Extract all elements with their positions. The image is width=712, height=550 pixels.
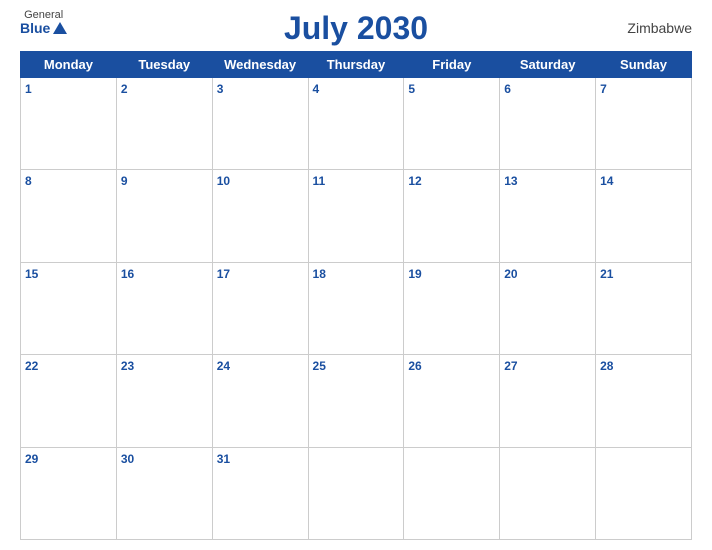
calendar-cell: 10: [212, 170, 308, 262]
day-number: 19: [408, 267, 421, 281]
day-number: 6: [504, 82, 511, 96]
weekday-monday: Monday: [21, 52, 117, 78]
day-number: 18: [313, 267, 326, 281]
day-number: 22: [25, 359, 38, 373]
logo-triangle-icon: [53, 22, 67, 34]
day-number: 9: [121, 174, 128, 188]
calendar-cell: 12: [404, 170, 500, 262]
logo-blue: Blue: [20, 21, 67, 35]
logo: General Blue: [20, 10, 67, 35]
calendar-cell: 29: [21, 447, 117, 539]
calendar-cell: 17: [212, 262, 308, 354]
day-number: 17: [217, 267, 230, 281]
day-number: 14: [600, 174, 613, 188]
day-number: 29: [25, 452, 38, 466]
day-number: 26: [408, 359, 421, 373]
day-number: 24: [217, 359, 230, 373]
calendar-cell: 14: [596, 170, 692, 262]
calendar-cell: 28: [596, 355, 692, 447]
calendar-cell: 22: [21, 355, 117, 447]
day-number: 4: [313, 82, 320, 96]
calendar-cell: 11: [308, 170, 404, 262]
calendar-cell: [308, 447, 404, 539]
calendar-cell: [596, 447, 692, 539]
day-number: 12: [408, 174, 421, 188]
day-number: 7: [600, 82, 607, 96]
calendar-cell: 19: [404, 262, 500, 354]
day-number: 31: [217, 452, 230, 466]
day-number: 16: [121, 267, 134, 281]
day-number: 2: [121, 82, 128, 96]
day-number: 15: [25, 267, 38, 281]
day-number: 1: [25, 82, 32, 96]
month-title: July 2030: [20, 10, 692, 47]
calendar-cell: 9: [116, 170, 212, 262]
calendar-cell: [500, 447, 596, 539]
day-number: 13: [504, 174, 517, 188]
calendar-header-row: MondayTuesdayWednesdayThursdayFridaySatu…: [21, 52, 692, 78]
week-row-5: 29 30 31: [21, 447, 692, 539]
week-row-2: 8 9 10 11 12 13 14: [21, 170, 692, 262]
calendar-cell: 16: [116, 262, 212, 354]
calendar-cell: [404, 447, 500, 539]
calendar-cell: 26: [404, 355, 500, 447]
day-number: 30: [121, 452, 134, 466]
calendar-cell: 31: [212, 447, 308, 539]
weekday-wednesday: Wednesday: [212, 52, 308, 78]
week-row-1: 1 2 3 4 5 6 7: [21, 78, 692, 170]
day-number: 10: [217, 174, 230, 188]
day-number: 25: [313, 359, 326, 373]
day-number: 5: [408, 82, 415, 96]
week-row-3: 15 16 17 18 19 20 21: [21, 262, 692, 354]
calendar-table: MondayTuesdayWednesdayThursdayFridaySatu…: [20, 51, 692, 540]
calendar-cell: 15: [21, 262, 117, 354]
calendar-cell: 5: [404, 78, 500, 170]
calendar-cell: 30: [116, 447, 212, 539]
weekday-saturday: Saturday: [500, 52, 596, 78]
calendar-body: 1234567891011121314151617181920212223242…: [21, 78, 692, 540]
calendar-cell: 27: [500, 355, 596, 447]
weekday-sunday: Sunday: [596, 52, 692, 78]
weekday-friday: Friday: [404, 52, 500, 78]
day-number: 8: [25, 174, 32, 188]
day-number: 28: [600, 359, 613, 373]
weekday-tuesday: Tuesday: [116, 52, 212, 78]
week-row-4: 22 23 24 25 26 27 28: [21, 355, 692, 447]
calendar-cell: 18: [308, 262, 404, 354]
day-number: 23: [121, 359, 134, 373]
calendar-cell: 24: [212, 355, 308, 447]
calendar-cell: 3: [212, 78, 308, 170]
day-number: 27: [504, 359, 517, 373]
country-label: Zimbabwe: [627, 20, 692, 36]
weekday-row: MondayTuesdayWednesdayThursdayFridaySatu…: [21, 52, 692, 78]
calendar-cell: 25: [308, 355, 404, 447]
day-number: 20: [504, 267, 517, 281]
weekday-thursday: Thursday: [308, 52, 404, 78]
calendar-cell: 6: [500, 78, 596, 170]
calendar-header: General Blue July 2030 Zimbabwe: [20, 10, 692, 47]
calendar-cell: 8: [21, 170, 117, 262]
calendar-cell: 21: [596, 262, 692, 354]
calendar-cell: 20: [500, 262, 596, 354]
day-number: 21: [600, 267, 613, 281]
calendar-cell: 13: [500, 170, 596, 262]
calendar-cell: 4: [308, 78, 404, 170]
calendar-cell: 2: [116, 78, 212, 170]
calendar-cell: 7: [596, 78, 692, 170]
calendar-cell: 23: [116, 355, 212, 447]
calendar-cell: 1: [21, 78, 117, 170]
day-number: 3: [217, 82, 224, 96]
day-number: 11: [313, 174, 326, 188]
